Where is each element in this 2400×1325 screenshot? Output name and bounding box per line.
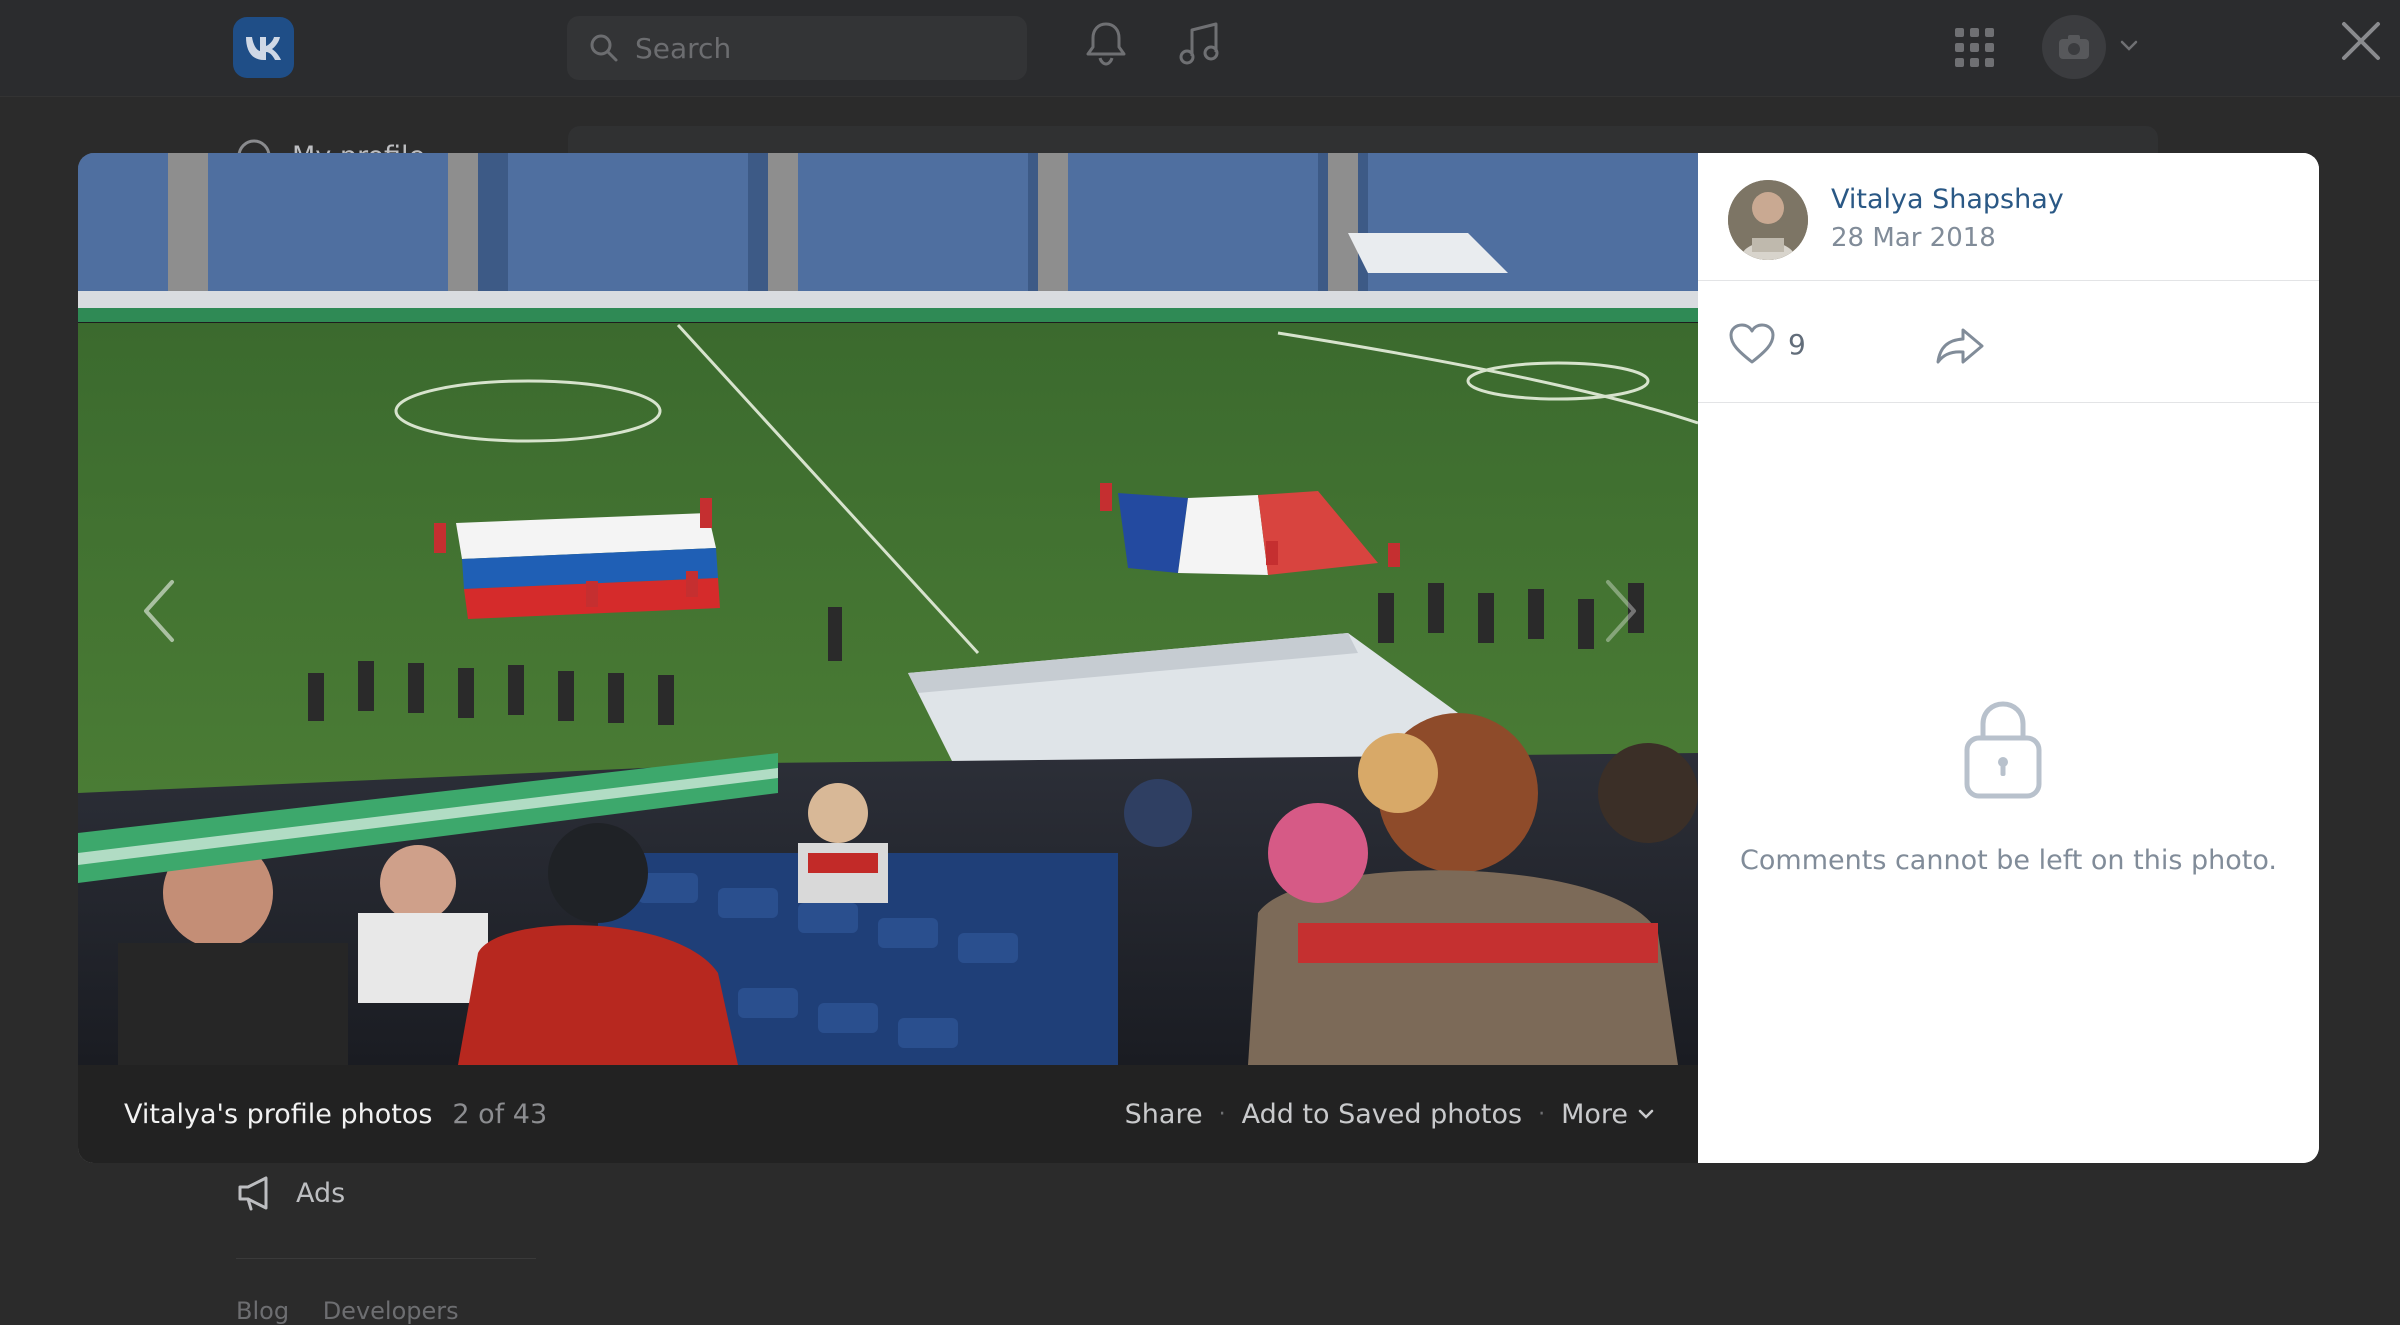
- grid-icon[interactable]: [1955, 28, 1995, 68]
- album-title-link[interactable]: Vitalya's profile photos: [124, 1099, 432, 1130]
- search-placeholder: Search: [635, 31, 732, 65]
- sidebar-divider: [236, 1258, 536, 1259]
- author-name-link[interactable]: Vitalya Shapshay: [1831, 184, 2064, 215]
- megaphone-icon: [238, 1176, 268, 1211]
- footer-links: Blog Developers: [236, 1297, 485, 1325]
- footer-link-developers[interactable]: Developers: [323, 1297, 459, 1325]
- photo-actions: Share · Add to Saved photos · More: [1125, 1099, 1654, 1130]
- add-to-saved-link[interactable]: Add to Saved photos: [1242, 1099, 1522, 1130]
- chevron-down-icon[interactable]: [2120, 40, 2138, 52]
- close-icon[interactable]: [2338, 18, 2384, 64]
- camera-icon: [2059, 35, 2089, 59]
- separator-dot: ·: [1218, 1101, 1226, 1127]
- separator-dot: ·: [1538, 1101, 1546, 1127]
- search-input[interactable]: Search: [567, 16, 1027, 80]
- top-navigation-bar: Search: [0, 0, 2400, 97]
- share-link[interactable]: Share: [1125, 1099, 1203, 1130]
- author-header: Vitalya Shapshay 28 Mar 2018: [1698, 153, 2319, 281]
- music-note-icon[interactable]: [1178, 20, 1222, 68]
- bell-icon[interactable]: [1084, 20, 1128, 68]
- more-label: More: [1561, 1098, 1628, 1130]
- chevron-down-icon: [1638, 1109, 1654, 1119]
- photo-counter: 2 of 43: [452, 1098, 548, 1130]
- search-icon: [590, 34, 618, 62]
- stadium-photo[interactable]: [78, 153, 1698, 1065]
- author-avatar[interactable]: [1728, 180, 1808, 260]
- lock-icon: [1964, 701, 2042, 799]
- comments-disabled-note: Comments cannot be left on this photo.: [1740, 845, 2277, 876]
- photo-sidebar: Vitalya Shapshay 28 Mar 2018 9 Comments …: [1698, 153, 2319, 1163]
- profile-avatar[interactable]: [2042, 15, 2106, 79]
- photo-area: Vitalya's profile photos 2 of 43 Share ·…: [78, 153, 1698, 1163]
- reaction-row: 9: [1698, 281, 2319, 403]
- vk-logo-icon[interactable]: [233, 17, 294, 78]
- photo-date: 28 Mar 2018: [1831, 223, 1996, 253]
- like-button[interactable]: 9: [1728, 323, 1806, 365]
- footer-link-blog[interactable]: Blog: [236, 1297, 289, 1325]
- share-arrow-icon[interactable]: [1935, 327, 1985, 365]
- next-photo-arrow-icon[interactable]: [1602, 576, 1642, 646]
- sidebar-item-ads[interactable]: Ads: [236, 1175, 345, 1211]
- previous-photo-arrow-icon[interactable]: [138, 576, 178, 646]
- sidebar-item-label: Ads: [296, 1177, 346, 1209]
- heart-icon: [1729, 323, 1775, 364]
- like-count: 9: [1788, 327, 1806, 361]
- more-dropdown[interactable]: More: [1561, 1099, 1654, 1130]
- photo-info-bar: Vitalya's profile photos 2 of 43 Share ·…: [78, 1065, 1698, 1163]
- photo-viewer-modal: Vitalya's profile photos 2 of 43 Share ·…: [78, 153, 2319, 1163]
